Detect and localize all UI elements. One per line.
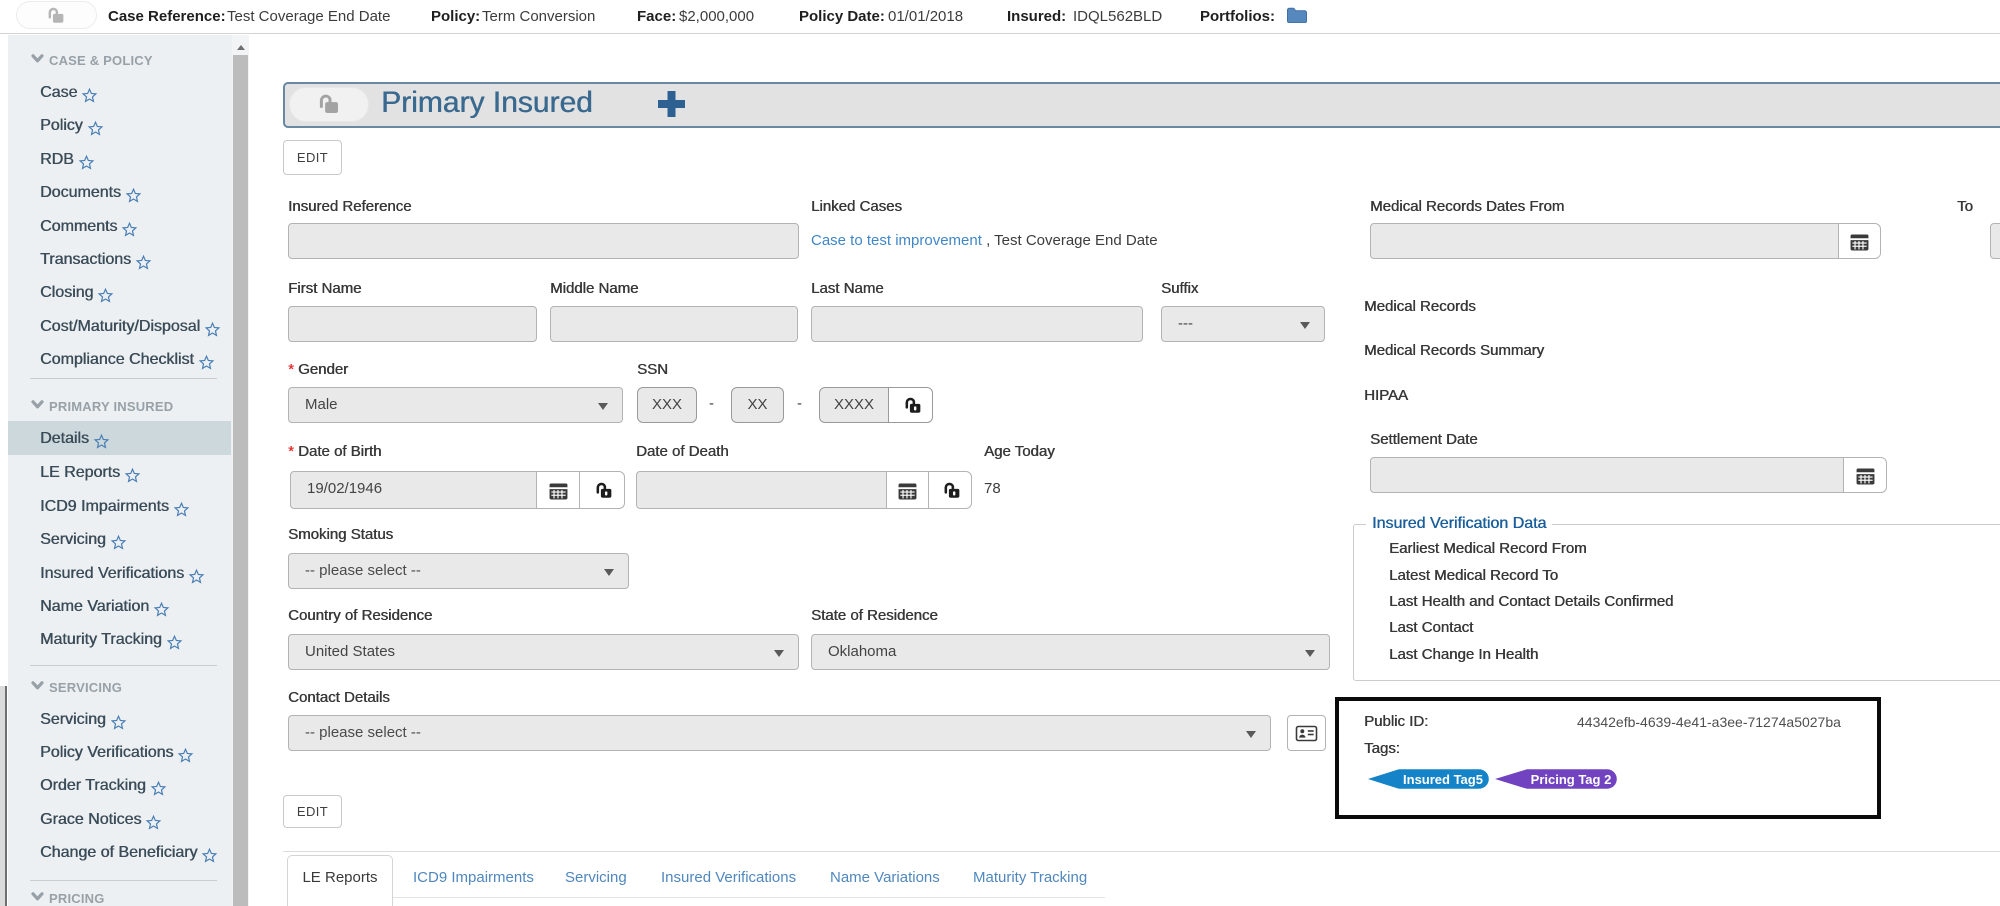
svg-text:Insured Tag5: Insured Tag5 — [1403, 772, 1483, 787]
svg-text:Pricing Tag 2: Pricing Tag 2 — [1531, 772, 1612, 787]
